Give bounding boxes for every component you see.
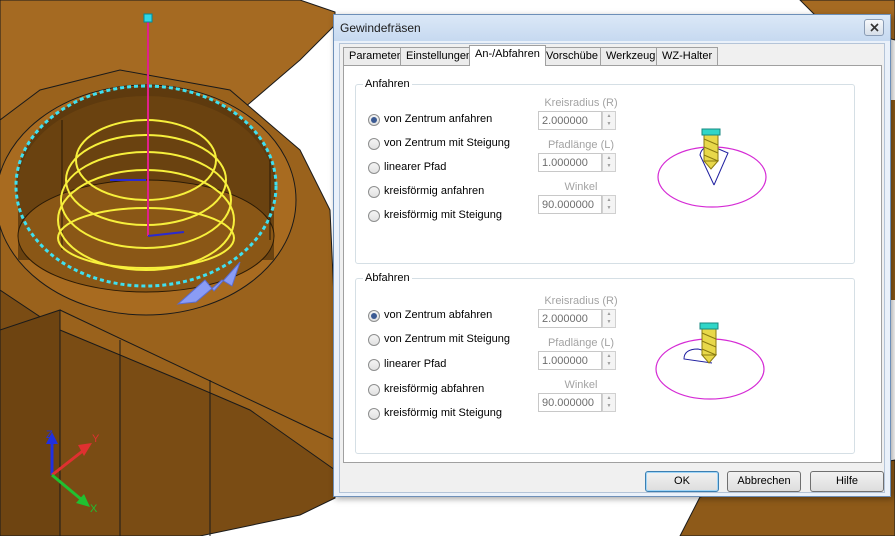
retract-illustration-icon <box>655 322 765 400</box>
thread-milling-dialog: Gewindefräsen Parameter Einstellungen An… <box>333 14 891 497</box>
x-axis-label: X <box>90 503 98 515</box>
close-icon <box>870 23 879 32</box>
angle-spinner[interactable]: ▲ ▼ <box>602 195 616 214</box>
radio-button[interactable] <box>368 359 380 371</box>
angle-label: Winkel <box>564 379 598 391</box>
radio-button[interactable] <box>368 334 380 346</box>
group-approach: Anfahren von Zentrum anfahren von Zentru… <box>355 78 855 264</box>
dialog-client: Parameter Einstellungen An-/Abfahren Vor… <box>339 43 885 493</box>
tab-an-abfahren[interactable]: An-/Abfahren <box>469 45 546 66</box>
radio-button[interactable] <box>368 210 380 222</box>
path-length-label: Pfadlänge (L) <box>547 139 615 151</box>
radio-label: von Zentrum anfahren <box>384 113 493 125</box>
tab-wz-halter[interactable]: WZ-Halter <box>656 47 719 65</box>
angle-label: Winkel <box>564 181 598 193</box>
angle-input[interactable] <box>538 195 602 214</box>
radio-button[interactable] <box>368 162 380 174</box>
circle-radius-label: Kreisradius (R) <box>544 295 618 307</box>
radio-button[interactable] <box>368 138 380 150</box>
path-length-input[interactable] <box>538 153 602 172</box>
tab-werkzeug[interactable]: Werkzeug <box>600 47 662 65</box>
radio-label: von Zentrum abfahren <box>384 309 493 321</box>
close-button[interactable] <box>864 19 884 36</box>
radio-button[interactable] <box>368 384 380 396</box>
angle-spinner[interactable]: ▲ ▼ <box>602 393 616 412</box>
circle-radius-label: Kreisradius (R) <box>544 97 618 109</box>
tab-einstellungen[interactable]: Einstellungen <box>400 47 479 65</box>
help-button[interactable]: Hilfe <box>810 471 884 492</box>
radio-label: kreisförmig mit Steigung <box>384 209 502 221</box>
circle-radius-spinner[interactable]: ▲ ▼ <box>602 111 616 130</box>
radio-label: kreisförmig mit Steigung <box>384 407 502 419</box>
tab-parameter[interactable]: Parameter <box>343 47 407 65</box>
circle-radius-input[interactable] <box>538 309 602 328</box>
dialog-title: Gewindefräsen <box>340 21 421 35</box>
angle-input[interactable] <box>538 393 602 412</box>
dialog-titlebar[interactable]: Gewindefräsen <box>334 15 890 41</box>
group-retract-label: Abfahren <box>363 272 412 284</box>
cancel-button[interactable]: Abbrechen <box>727 471 801 492</box>
tab-panel: Anfahren von Zentrum anfahren von Zentru… <box>343 65 882 463</box>
group-approach-label: Anfahren <box>363 78 412 90</box>
group-retract: Abfahren von Zentrum abfahren von Zentru… <box>355 272 855 454</box>
radio-label: linearer Pfad <box>384 161 447 173</box>
z-axis-label: Z <box>46 429 53 441</box>
radio-label: linearer Pfad <box>384 358 447 370</box>
radio-label: kreisförmig abfahren <box>384 383 485 395</box>
approach-illustration-icon <box>657 128 767 208</box>
radio-label: von Zentrum mit Steigung <box>384 333 510 345</box>
path-length-spinner[interactable]: ▲ ▼ <box>602 153 616 172</box>
radio-label: von Zentrum mit Steigung <box>384 137 510 149</box>
radio-button[interactable] <box>368 310 380 322</box>
path-length-label: Pfadlänge (L) <box>547 337 615 349</box>
circle-radius-spinner[interactable]: ▲ ▼ <box>602 309 616 328</box>
ok-button[interactable]: OK <box>645 471 719 492</box>
radio-label: kreisförmig anfahren <box>384 185 485 197</box>
circle-radius-input[interactable] <box>538 111 602 130</box>
radio-button[interactable] <box>368 186 380 198</box>
path-length-input[interactable] <box>538 351 602 370</box>
y-axis-label: Y <box>92 433 100 445</box>
path-length-spinner[interactable]: ▲ ▼ <box>602 351 616 370</box>
tab-vorschuebe[interactable]: Vorschübe <box>540 47 604 65</box>
radio-button[interactable] <box>368 408 380 420</box>
radio-button[interactable] <box>368 114 380 126</box>
